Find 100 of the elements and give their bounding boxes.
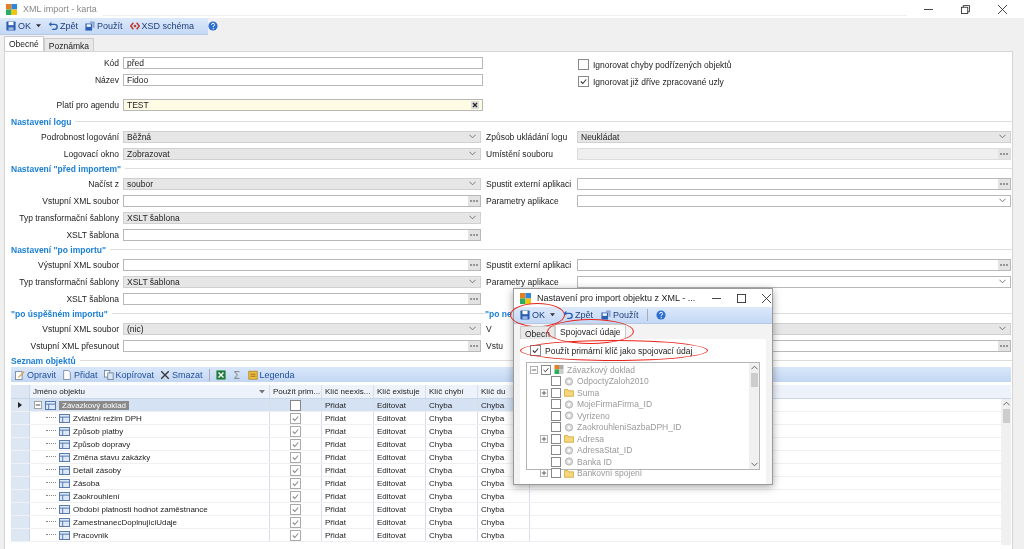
browse-button[interactable] xyxy=(468,293,480,304)
scroll-up-icon[interactable] xyxy=(750,365,758,370)
file-field[interactable] xyxy=(123,228,481,241)
export-button[interactable] xyxy=(213,367,228,382)
apply-button[interactable]: Použít xyxy=(599,308,641,322)
scroll-thumb[interactable] xyxy=(1002,409,1010,423)
checkbox[interactable] xyxy=(290,490,301,502)
apply-button[interactable]: Použít xyxy=(83,19,125,33)
checkbox[interactable] xyxy=(290,451,301,463)
chevron-icon xyxy=(469,279,476,284)
dropdown[interactable] xyxy=(577,275,1011,288)
collapse-icon[interactable] xyxy=(34,401,42,409)
help-button[interactable] xyxy=(653,308,668,322)
add-button[interactable]: Přidat xyxy=(60,367,100,382)
checkbox[interactable] xyxy=(290,399,301,411)
field-label: Podrobnost logování xyxy=(41,131,119,142)
checkbox[interactable] xyxy=(290,412,301,424)
file-field[interactable] xyxy=(577,177,1011,190)
scroll-thumb[interactable] xyxy=(750,373,758,387)
checkbox[interactable] xyxy=(290,516,301,528)
table-icon xyxy=(59,491,70,501)
text-field[interactable]: TEST xyxy=(123,98,483,111)
column-header[interactable]: Použít prim... xyxy=(270,385,322,398)
current-row-icon xyxy=(18,402,22,408)
file-field[interactable] xyxy=(123,292,481,305)
copy-button[interactable]: Kopírovat xyxy=(101,367,157,382)
scroll-up-icon[interactable] xyxy=(1002,401,1010,406)
checkbox[interactable] xyxy=(578,59,589,70)
column-header[interactable]: Klíč chybí xyxy=(426,385,478,398)
delete-button[interactable]: Smazat xyxy=(158,367,205,382)
object-name: Pracovnik xyxy=(73,530,109,540)
maximize-icon[interactable] xyxy=(737,293,747,303)
dropdown[interactable]: Zobrazovat xyxy=(123,147,481,160)
close-icon[interactable] xyxy=(762,293,772,303)
text-field[interactable]: před xyxy=(123,56,483,69)
ok-button[interactable]: OK xyxy=(518,308,557,322)
section-title: Seznam objektů xyxy=(11,355,76,366)
dropdown[interactable] xyxy=(577,194,1011,207)
delete-icon xyxy=(160,369,171,380)
dropdown[interactable]: XSLT šablona xyxy=(123,211,481,224)
tab[interactable]: Spojovací údaje xyxy=(555,324,626,339)
browse-button[interactable] xyxy=(998,259,1010,270)
field-label: Způsob ukládání logu xyxy=(486,131,568,142)
checkbox[interactable] xyxy=(290,529,301,541)
column-header[interactable]: Jméno objektu xyxy=(30,385,270,398)
dropdown[interactable]: (nic) xyxy=(123,322,481,335)
scrollbar[interactable] xyxy=(1001,399,1011,545)
schema-button[interactable]: XSD schéma xyxy=(127,19,197,33)
table-icon xyxy=(59,413,70,423)
file-field[interactable] xyxy=(123,194,481,207)
checkbox[interactable] xyxy=(578,76,589,87)
table-cell: Přidat xyxy=(322,477,374,489)
back-button[interactable]: Zpět xyxy=(46,19,81,33)
chevron-icon xyxy=(469,134,476,139)
file-field[interactable] xyxy=(123,339,481,352)
row-indicator[interactable] xyxy=(11,399,30,411)
folder-icon xyxy=(564,468,574,478)
edit-button[interactable]: Opravit xyxy=(13,367,58,382)
checkbox[interactable] xyxy=(530,345,541,356)
window-title: XML import - karta xyxy=(23,4,97,14)
table-cell: Přidat xyxy=(322,464,374,476)
restore-icon[interactable] xyxy=(961,4,970,14)
ok-button[interactable]: OK xyxy=(4,19,43,33)
clear-icon[interactable] xyxy=(471,100,479,109)
back-button[interactable]: Zpět xyxy=(561,308,596,322)
browse-button[interactable] xyxy=(468,229,480,240)
table-cell: Chyba xyxy=(426,529,478,541)
page-icon xyxy=(62,369,72,380)
legend-button[interactable]: Legenda xyxy=(245,367,297,382)
filter-icon[interactable] xyxy=(259,389,265,394)
checkbox[interactable] xyxy=(290,464,301,476)
dropdown[interactable]: soubor xyxy=(123,177,481,190)
column-header[interactable]: Klíč neexis... xyxy=(322,385,374,398)
table-cell: Editovat xyxy=(374,412,426,424)
text-field[interactable]: Fidoo xyxy=(123,73,483,86)
checkbox[interactable] xyxy=(290,503,301,515)
dropdown[interactable]: XSLT šablona xyxy=(123,275,481,288)
checkbox[interactable] xyxy=(290,425,301,437)
checkbox[interactable] xyxy=(290,477,301,489)
dropdown[interactable]: Neukládat xyxy=(577,130,1011,143)
tab[interactable]: Obecné xyxy=(4,36,44,51)
tab[interactable]: Poznámka xyxy=(43,38,94,51)
browse-button[interactable] xyxy=(468,195,480,206)
scrollbar[interactable] xyxy=(749,363,759,469)
table-cell: Chyba xyxy=(426,425,478,437)
column-header[interactable]: Klíč existuje xyxy=(374,385,426,398)
close-icon[interactable] xyxy=(998,4,1007,14)
checkbox[interactable] xyxy=(290,438,301,450)
file-field[interactable] xyxy=(577,258,1011,271)
scroll-down-icon[interactable] xyxy=(750,462,758,467)
dropdown[interactable]: Běžná xyxy=(123,130,481,143)
browse-button[interactable] xyxy=(468,259,480,270)
browse-button[interactable] xyxy=(998,178,1010,189)
field-label: Kód xyxy=(103,57,119,68)
file-field[interactable] xyxy=(123,258,481,271)
browse-button[interactable] xyxy=(998,340,1010,351)
browse-button[interactable] xyxy=(468,340,480,351)
field-label: Platí pro agendu xyxy=(56,99,119,110)
folder-icon xyxy=(564,434,574,444)
tab[interactable]: Obecn xyxy=(520,326,556,339)
